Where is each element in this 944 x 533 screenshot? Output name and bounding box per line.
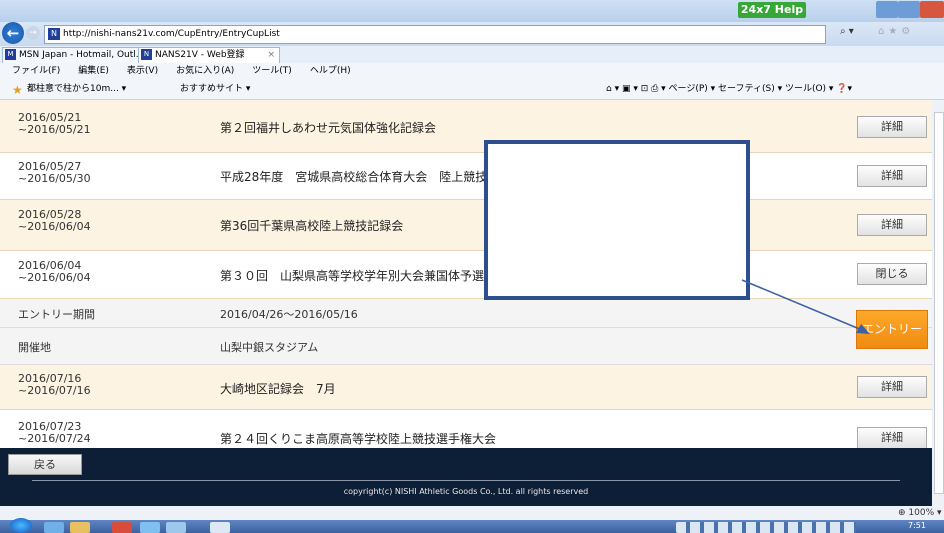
taskbar-explorer-icon[interactable] xyxy=(70,522,90,533)
taskbar-ie-icon[interactable] xyxy=(44,522,64,533)
taskbar-word-icon[interactable] xyxy=(210,522,230,533)
copyright-text: copyright(c) NISHI Athletic Goods Co., L… xyxy=(343,487,589,496)
page-footer xyxy=(0,448,932,506)
status-bar xyxy=(0,506,944,520)
taskbar-clock: 7:51 xyxy=(908,521,926,530)
footer-divider xyxy=(32,480,900,481)
scrollbar-thumb[interactable] xyxy=(934,112,944,494)
zoom-level[interactable]: ⊕ 100% ▾ xyxy=(898,506,942,520)
zoom-icon: ⊕ xyxy=(898,508,906,518)
back-button[interactable]: 戻る xyxy=(8,454,82,475)
start-button-icon[interactable] xyxy=(10,518,32,533)
tray-icons[interactable] xyxy=(676,522,856,533)
taskbar-app-icon[interactable] xyxy=(112,522,132,533)
taskbar-app-icon[interactable] xyxy=(166,522,186,533)
taskbar-app-icon[interactable] xyxy=(140,522,160,533)
